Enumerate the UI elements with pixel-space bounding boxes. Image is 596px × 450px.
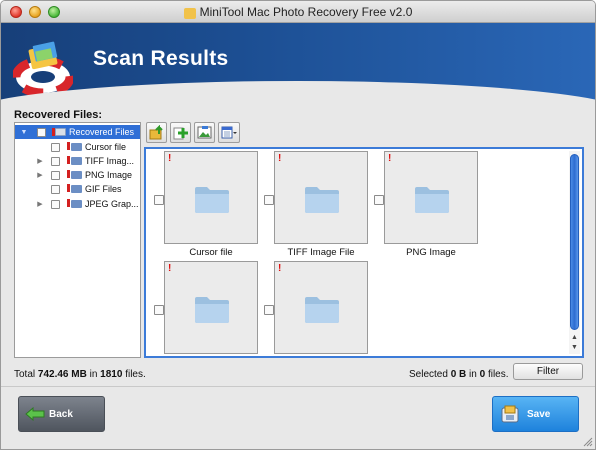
back-button-label: Back <box>49 408 73 420</box>
header-banner: Scan Results <box>1 23 595 101</box>
back-button[interactable]: Back <box>18 396 105 432</box>
tree-item-label: GIF Files <box>85 184 122 194</box>
thumbnail-label: PNG Image <box>406 247 456 258</box>
view-options-icon <box>221 126 237 138</box>
thumbnail-checkbox[interactable] <box>374 195 384 205</box>
status-text: in <box>466 369 480 380</box>
thumbnail-label: TIFF Image File <box>287 247 355 258</box>
image-preview-icon <box>197 126 212 139</box>
folder-icon <box>415 187 449 213</box>
scroll-down-arrow-icon[interactable]: ▼ <box>569 343 580 353</box>
footer-divider <box>1 386 595 387</box>
file-tree: ▼ Recovered Files Cursor file ▶ TIFF Ima… <box>14 122 141 358</box>
thumbnail-preview[interactable]: ! <box>164 261 258 354</box>
title-bar: MiniTool Mac Photo Recovery Free v2.0 <box>1 1 595 23</box>
disclosure-expanded-icon[interactable]: ▼ <box>19 127 29 137</box>
recovered-files-icon <box>52 128 66 136</box>
add-icon <box>173 127 188 140</box>
folder-icon <box>305 187 339 213</box>
warning-icon: ! <box>278 153 282 164</box>
selected-size: 0 B <box>450 369 467 380</box>
tree-item-tiff-image[interactable]: ▶ TIFF Imag... <box>15 154 140 168</box>
file-type-icon <box>67 199 82 208</box>
disclosure-collapsed-icon[interactable]: ▶ <box>35 156 45 166</box>
tree-checkbox[interactable] <box>51 156 60 166</box>
tree-item-png-image[interactable]: ▶ PNG Image <box>15 168 140 182</box>
tree-checkbox[interactable] <box>51 184 60 194</box>
up-folder-button[interactable] <box>146 122 167 143</box>
save-icon <box>501 405 519 423</box>
tree-item-label: JPEG Grap... <box>85 199 139 209</box>
total-count: 1810 <box>100 369 123 380</box>
tree-item-cursor-file[interactable]: Cursor file <box>15 140 140 154</box>
folder-icon <box>305 297 339 323</box>
thumbnail-checkbox[interactable] <box>154 195 164 205</box>
folder-icon <box>195 187 229 213</box>
resize-grip-icon[interactable] <box>583 437 593 447</box>
back-arrow-icon <box>25 407 45 421</box>
thumbnail-preview[interactable]: ! <box>164 151 258 244</box>
add-button[interactable] <box>170 122 191 143</box>
scroll-up-arrow-icon[interactable]: ▲ <box>569 333 580 343</box>
status-text: in <box>86 369 101 380</box>
status-text: Selected <box>409 369 451 380</box>
zoom-window-button[interactable] <box>48 6 60 18</box>
warning-icon: ! <box>278 263 282 274</box>
window-title: MiniTool Mac Photo Recovery Free v2.0 <box>199 5 413 19</box>
file-type-icon <box>67 184 82 193</box>
warning-icon: ! <box>168 153 172 164</box>
status-text: files. <box>485 369 509 380</box>
warning-icon: ! <box>388 153 392 164</box>
tree-item-label: Recovered Files <box>69 127 135 137</box>
status-text: files. <box>122 369 146 380</box>
file-type-icon <box>67 170 82 179</box>
thumbnail-label: Cursor file <box>189 247 233 258</box>
thumbnail-checkbox[interactable] <box>154 305 164 315</box>
recovered-files-label: Recovered Files: <box>14 109 103 121</box>
tree-item-label: TIFF Imag... <box>85 156 135 166</box>
disclosure-collapsed-icon[interactable]: ▶ <box>35 199 45 209</box>
tree-item-label: Cursor file <box>85 142 127 152</box>
file-type-icon <box>67 142 82 151</box>
tree-checkbox[interactable] <box>51 199 60 209</box>
save-button-label: Save <box>527 408 551 420</box>
thumbnail-preview[interactable]: ! <box>274 151 368 244</box>
scrollbar-thumb[interactable] <box>570 154 579 330</box>
selected-status: Selected 0 B in 0 files. <box>409 369 509 380</box>
filter-button[interactable]: Filter <box>513 363 583 380</box>
tree-item-label: PNG Image <box>85 170 133 180</box>
thumbnail-preview[interactable]: ! <box>274 261 368 354</box>
disclosure-collapsed-icon[interactable]: ▶ <box>35 170 45 180</box>
warning-icon: ! <box>168 263 172 274</box>
tree-item-recovered-files[interactable]: ▼ Recovered Files <box>15 125 140 139</box>
status-text: Total <box>14 369 38 380</box>
vertical-scrollbar[interactable]: ▲ ▼ <box>569 151 580 354</box>
tree-checkbox[interactable] <box>51 170 60 180</box>
app-window: MiniTool Mac Photo Recovery Free v2.0 Sc… <box>0 0 596 450</box>
thumbnail-checkbox[interactable] <box>264 305 274 315</box>
tree-checkbox[interactable] <box>37 127 46 137</box>
save-button[interactable]: Save <box>492 396 579 432</box>
thumbnail-checkbox[interactable] <box>264 195 274 205</box>
view-options-button[interactable] <box>218 122 240 143</box>
tree-checkbox[interactable] <box>51 142 60 152</box>
page-title: Scan Results <box>93 47 229 70</box>
file-thumbnail-grid[interactable]: ! Cursor file ! TIFF Image File ! PNG Im… <box>144 147 584 358</box>
total-status: Total 742.46 MB in 1810 files. <box>14 369 146 380</box>
tree-item-jpeg-graphic[interactable]: ▶ JPEG Grap... <box>15 197 140 211</box>
image-preview-button[interactable] <box>194 122 215 143</box>
minimize-window-button[interactable] <box>29 6 41 18</box>
up-folder-icon <box>149 125 163 140</box>
tree-item-gif-files[interactable]: GIF Files <box>15 182 140 196</box>
thumbnail-preview[interactable]: ! <box>384 151 478 244</box>
app-icon <box>183 7 196 19</box>
folder-icon <box>195 297 229 323</box>
total-size: 742.46 MB <box>37 369 87 380</box>
file-type-icon <box>67 156 82 165</box>
toolbar <box>146 122 240 144</box>
lifebuoy-logo-icon <box>13 41 73 97</box>
close-window-button[interactable] <box>10 6 22 18</box>
